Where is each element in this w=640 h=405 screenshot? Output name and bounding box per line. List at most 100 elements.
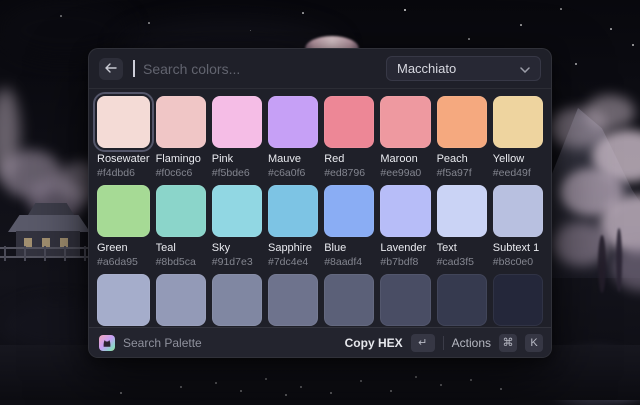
color-swatch[interactable] — [268, 96, 318, 148]
swatch-cell[interactable]: Sky #91d7e3 — [212, 185, 262, 268]
color-swatch[interactable] — [493, 274, 543, 326]
copy-hex-action[interactable]: Copy HEX — [345, 336, 403, 350]
house-back-roof — [28, 203, 74, 215]
color-swatch[interactable] — [437, 185, 487, 237]
color-swatch[interactable] — [156, 274, 206, 326]
swatch-cell[interactable]: Mauve #c6a0f6 — [268, 96, 318, 179]
flower-fleck — [120, 392, 122, 394]
fence-post — [44, 246, 46, 261]
color-swatch[interactable] — [97, 185, 150, 237]
actions-menu-button[interactable]: Actions — [452, 336, 491, 350]
color-hex: #eed49f — [493, 167, 543, 179]
swatch-cell[interactable]: Blue #8aadf4 — [324, 185, 374, 268]
color-name: Pink — [212, 153, 262, 165]
color-swatch[interactable] — [97, 274, 150, 326]
swatch-cell[interactable]: Maroon #ee99a0 — [380, 96, 430, 179]
star — [520, 24, 522, 26]
swatch-cell[interactable]: Text #cad3f5 — [437, 185, 487, 268]
swatch-cell[interactable]: Lavender #b7bdf8 — [380, 185, 430, 268]
color-swatch[interactable] — [212, 96, 262, 148]
color-name: Yellow — [493, 153, 543, 165]
swatch-cell[interactable]: Pink #f5bde6 — [212, 96, 262, 179]
catppuccin-logo-icon — [99, 335, 115, 351]
swatch-cell[interactable]: Red #ed8796 — [324, 96, 374, 179]
scenery-blob — [585, 95, 635, 129]
arrow-left-icon — [105, 61, 117, 76]
color-hex: #b7bdf8 — [380, 256, 430, 268]
swatch-cell[interactable]: Flamingo #f0c6c6 — [156, 96, 206, 179]
swatch-cell[interactable]: Rosewater #f4dbd6 — [97, 96, 150, 179]
swatch-cell[interactable]: Base — [493, 274, 543, 327]
swatch-cell[interactable]: Surface 0 — [437, 274, 487, 327]
color-swatch[interactable] — [437, 96, 487, 148]
flavor-dropdown[interactable]: Macchiato — [386, 56, 541, 81]
color-hex: #f4dbd6 — [97, 167, 150, 179]
color-swatch[interactable] — [212, 274, 262, 326]
swatch-cell[interactable]: Subtext 0 — [97, 274, 150, 327]
color-hex: #91d7e3 — [212, 256, 262, 268]
color-name: Maroon — [380, 153, 430, 165]
fence-post — [4, 246, 6, 261]
swatch-cell[interactable]: Overlay 0 — [268, 274, 318, 327]
star — [404, 9, 406, 11]
chevron-down-icon — [520, 60, 530, 78]
swatch-cell[interactable]: Overlay 2 — [156, 274, 206, 327]
scenery-blob — [616, 228, 622, 292]
flower-fleck — [215, 382, 217, 384]
color-swatch[interactable] — [437, 274, 487, 326]
color-swatch[interactable] — [380, 96, 430, 148]
color-name: Flamingo — [156, 153, 206, 165]
color-swatch[interactable] — [493, 96, 543, 148]
swatch-cell[interactable]: Overlay 1 — [212, 274, 262, 327]
color-swatch[interactable] — [493, 185, 543, 237]
swatch-cell[interactable]: Green #a6da95 — [97, 185, 150, 268]
swatch-cell[interactable]: Surface 2 — [324, 274, 374, 327]
fence-post — [64, 246, 66, 261]
scenery-blob — [598, 235, 606, 293]
color-hex: #f5bde6 — [212, 167, 262, 179]
text-cursor — [133, 60, 135, 77]
back-button[interactable] — [99, 58, 123, 80]
color-swatch[interactable] — [380, 185, 430, 237]
star — [148, 22, 150, 24]
color-swatch[interactable] — [324, 274, 374, 326]
color-name: Lavender — [380, 242, 430, 254]
color-hex: #7dc4e4 — [268, 256, 318, 268]
color-name: Peach — [437, 153, 487, 165]
color-swatch[interactable] — [380, 274, 430, 326]
flower-fleck — [180, 386, 182, 388]
star — [60, 15, 62, 17]
cmd-key-icon: ⌘ — [499, 334, 517, 352]
search-input[interactable] — [143, 61, 378, 77]
color-swatch[interactable] — [156, 185, 206, 237]
swatch-cell[interactable]: Teal #8bd5ca — [156, 185, 206, 268]
color-name: Blue — [324, 242, 374, 254]
fence-rail — [0, 247, 96, 249]
color-hex: #a6da95 — [97, 256, 150, 268]
swatch-cell[interactable]: Subtext 1 #b8c0e0 — [493, 185, 543, 268]
flower-fleck — [415, 376, 417, 378]
color-swatch[interactable] — [268, 274, 318, 326]
color-swatch[interactable] — [268, 185, 318, 237]
star — [250, 30, 251, 31]
color-swatch[interactable] — [97, 96, 150, 148]
swatch-cell[interactable]: Yellow #eed49f — [493, 96, 543, 179]
fence-post — [24, 246, 26, 261]
color-swatch[interactable] — [212, 185, 262, 237]
flower-fleck — [500, 388, 502, 390]
color-hex: #ed8796 — [324, 167, 374, 179]
color-hex: #ee99a0 — [380, 167, 430, 179]
color-name: Rosewater — [97, 153, 150, 165]
color-hex: #8aadf4 — [324, 256, 374, 268]
color-name: Sky — [212, 242, 262, 254]
flower-fleck — [330, 392, 332, 394]
swatch-cell[interactable]: Surface 1 — [380, 274, 430, 327]
flower-fleck — [285, 394, 287, 396]
swatch-cell[interactable]: Sapphire #7dc4e4 — [268, 185, 318, 268]
color-swatch[interactable] — [324, 185, 374, 237]
footer-bar: Search Palette Copy HEX ↵ Actions ⌘ K — [89, 327, 551, 357]
color-hex: #f5a97f — [437, 167, 487, 179]
color-swatch[interactable] — [324, 96, 374, 148]
color-swatch[interactable] — [156, 96, 206, 148]
swatch-cell[interactable]: Peach #f5a97f — [437, 96, 487, 179]
